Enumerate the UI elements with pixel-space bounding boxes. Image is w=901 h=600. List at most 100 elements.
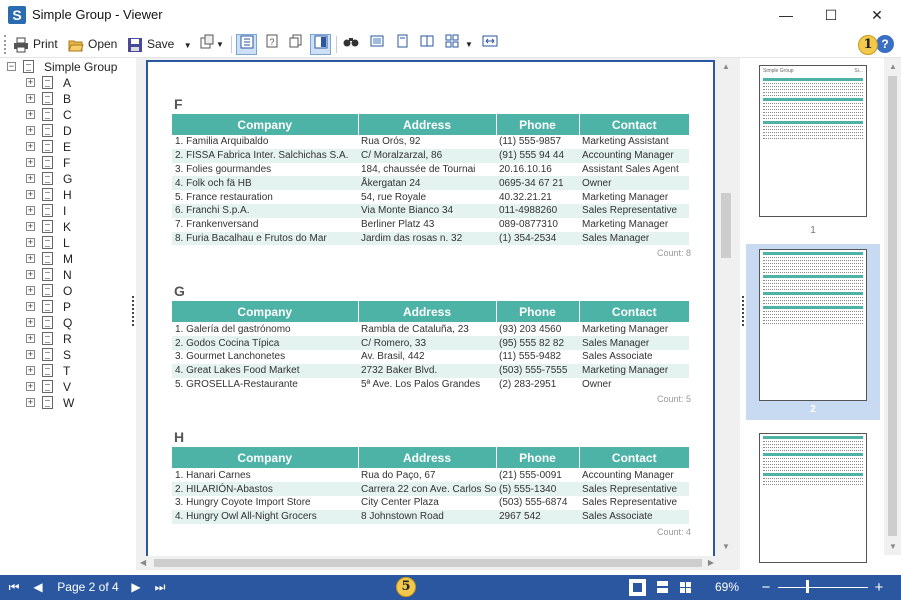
tree-root[interactable]: − Simple Group bbox=[7, 59, 127, 75]
tree-item[interactable]: + G bbox=[26, 171, 126, 187]
minimize-button[interactable]: — bbox=[763, 0, 809, 31]
two-pages-button[interactable] bbox=[416, 34, 437, 55]
expand-icon[interactable]: + bbox=[26, 206, 35, 215]
multi-pages-dropdown-icon[interactable]: ▼ bbox=[463, 34, 475, 55]
previous-page-button[interactable]: ◀ bbox=[28, 575, 48, 600]
table-cell: 2. HILARIÓN-Abastos bbox=[172, 482, 358, 496]
scroll-up-icon[interactable]: ▲ bbox=[722, 62, 730, 71]
first-page-button[interactable]: ⏮ bbox=[4, 575, 24, 600]
expand-icon[interactable]: + bbox=[26, 238, 35, 247]
expand-icon[interactable]: + bbox=[26, 382, 35, 391]
column-header: Contact bbox=[579, 301, 689, 323]
fit-width-button[interactable] bbox=[479, 34, 500, 55]
expand-icon[interactable]: + bbox=[26, 254, 35, 263]
scroll-left-icon[interactable]: ◀ bbox=[140, 558, 146, 567]
view-mode-toggle[interactable] bbox=[310, 34, 331, 55]
expand-icon[interactable]: + bbox=[26, 286, 35, 295]
expand-icon[interactable]: + bbox=[26, 174, 35, 183]
tree-item[interactable]: + L bbox=[26, 235, 126, 251]
tree-item[interactable]: + R bbox=[26, 331, 126, 347]
tree-item[interactable]: + D bbox=[26, 123, 126, 139]
expand-icon[interactable]: + bbox=[26, 158, 35, 167]
multi-page-view-button[interactable] bbox=[677, 579, 694, 596]
tree-item[interactable]: + T bbox=[26, 363, 126, 379]
zoom-out-button[interactable]: − bbox=[758, 575, 774, 600]
expand-icon[interactable]: + bbox=[26, 302, 35, 311]
expand-icon[interactable]: + bbox=[26, 318, 35, 327]
tree-item[interactable]: + V bbox=[26, 379, 126, 395]
zoom-in-button[interactable]: + bbox=[871, 575, 887, 600]
page-thumbnail-2[interactable] bbox=[759, 249, 867, 401]
scroll-down-icon[interactable]: ▼ bbox=[889, 542, 897, 551]
expand-icon[interactable]: + bbox=[26, 270, 35, 279]
page-view-button[interactable] bbox=[366, 34, 387, 55]
help-icon[interactable]: ? bbox=[876, 35, 894, 53]
continuous-view-button[interactable] bbox=[654, 579, 671, 596]
scroll-down-icon[interactable]: ▼ bbox=[722, 542, 730, 551]
tree-item[interactable]: + K bbox=[26, 219, 126, 235]
toolbar-grip[interactable] bbox=[4, 35, 7, 54]
horizontal-scroll-thumb[interactable] bbox=[154, 559, 702, 567]
scroll-right-icon[interactable]: ▶ bbox=[708, 558, 714, 567]
tree-item[interactable]: + B bbox=[26, 91, 126, 107]
page-indicator[interactable]: Page 2 of 4 bbox=[54, 575, 122, 600]
next-page-button[interactable]: ▶ bbox=[126, 575, 146, 600]
tree-item[interactable]: + W bbox=[26, 395, 126, 411]
vertical-scroll-thumb[interactable] bbox=[721, 193, 731, 258]
expand-icon[interactable]: + bbox=[26, 366, 35, 375]
print-button[interactable]: Print bbox=[13, 34, 58, 55]
tree-item[interactable]: + H bbox=[26, 187, 126, 203]
thumbnails-toggle[interactable] bbox=[285, 34, 306, 55]
expand-icon[interactable]: + bbox=[26, 334, 35, 343]
single-page-view-button[interactable] bbox=[629, 579, 646, 596]
zoom-slider-thumb[interactable] bbox=[806, 580, 809, 593]
tree-item[interactable]: + I bbox=[26, 203, 126, 219]
open-button[interactable]: Open bbox=[68, 34, 117, 55]
tree-item[interactable]: + C bbox=[26, 107, 126, 123]
tree-item[interactable]: + P bbox=[26, 299, 126, 315]
page-thumbnail-selected[interactable]: 2 bbox=[746, 244, 880, 420]
thumbnails-scroll-thumb[interactable] bbox=[888, 76, 897, 536]
expand-icon[interactable]: + bbox=[26, 398, 35, 407]
tree-item[interactable]: + Q bbox=[26, 315, 126, 331]
zoom-slider-track[interactable] bbox=[778, 587, 868, 588]
tree-item[interactable]: + M bbox=[26, 251, 126, 267]
collapse-icon[interactable]: − bbox=[7, 62, 16, 71]
parameters-toggle[interactable]: ? bbox=[261, 34, 282, 55]
tree-item[interactable]: + N bbox=[26, 267, 126, 283]
expand-icon[interactable]: + bbox=[26, 126, 35, 135]
tree-item[interactable]: + A bbox=[26, 75, 126, 91]
bookmarks-toggle[interactable] bbox=[236, 34, 257, 55]
thumbnails-scrollbar[interactable]: ▲ ▼ bbox=[884, 58, 901, 555]
close-button[interactable]: ✕ bbox=[854, 0, 900, 31]
vertical-scrollbar[interactable]: ▲ ▼ bbox=[718, 58, 734, 555]
expand-icon[interactable]: + bbox=[26, 94, 35, 103]
expand-icon[interactable]: + bbox=[26, 110, 35, 119]
expand-icon[interactable]: + bbox=[26, 350, 35, 359]
save-dropdown-icon[interactable]: ▼ bbox=[184, 41, 192, 50]
horizontal-scrollbar[interactable]: ◀ ▶ bbox=[136, 556, 718, 570]
document-icon bbox=[42, 380, 53, 393]
single-page-button[interactable] bbox=[391, 34, 412, 55]
expand-icon[interactable]: + bbox=[26, 222, 35, 231]
tree-item-label: T bbox=[63, 364, 71, 378]
tree-item[interactable]: + E bbox=[26, 139, 126, 155]
find-button[interactable] bbox=[340, 34, 361, 55]
toolbar-separator bbox=[231, 36, 232, 53]
tree-item[interactable]: + S bbox=[26, 347, 126, 363]
page-thumbnail-1[interactable]: Simple Group Si... bbox=[759, 65, 867, 217]
multi-pages-button[interactable] bbox=[441, 34, 462, 55]
export-dropdown-icon[interactable]: ▼ bbox=[214, 34, 226, 55]
scroll-up-icon[interactable]: ▲ bbox=[889, 62, 897, 71]
page-thumbnail-3[interactable] bbox=[759, 433, 867, 563]
maximize-button[interactable]: ☐ bbox=[808, 0, 854, 31]
last-page-button[interactable]: ⏭ bbox=[150, 575, 170, 600]
report-page: F Company Address Phone Contact 1. Familia Ar… bbox=[146, 60, 715, 565]
tree-item[interactable]: + O bbox=[26, 283, 126, 299]
expand-icon[interactable]: + bbox=[26, 190, 35, 199]
expand-icon[interactable]: + bbox=[26, 142, 35, 151]
expand-icon[interactable]: + bbox=[26, 78, 35, 87]
save-button[interactable]: Save ▼ bbox=[127, 34, 192, 55]
table-cell: 6. Franchi S.p.A. bbox=[172, 203, 358, 218]
tree-item[interactable]: + F bbox=[26, 155, 126, 171]
